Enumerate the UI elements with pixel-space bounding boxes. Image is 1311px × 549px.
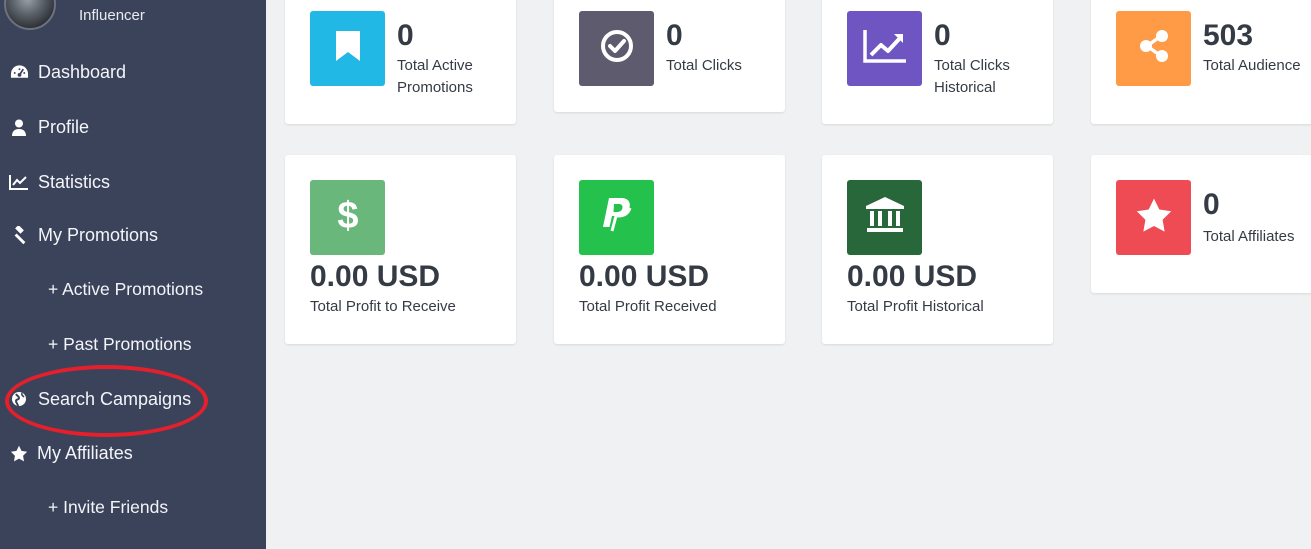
stat-card-clicks-historical: 0 Total Clicks Historical [822,0,1053,124]
stat-label: Total Clicks Historical [934,57,1010,96]
stat-label: Total Active Promotions [397,57,473,96]
stat-tile [1116,180,1191,255]
sidebar-item-my-affiliates[interactable]: My Affiliates [0,433,266,473]
line-chart-icon [862,28,908,69]
stat-card-profit-historical: 0.00 USD Total Profit Historical [822,155,1053,344]
avatar[interactable] [4,0,56,30]
sidebar: Influencer Dashboard Profile Statistics … [0,0,266,549]
sidebar-item-search-campaigns[interactable]: Search Campaigns [0,379,266,419]
stat-label: Total Profit Historical [847,298,984,315]
user-role: Influencer [79,7,145,24]
bookmark-icon [334,29,362,68]
sidebar-item-label: + Past Promotions [48,333,192,354]
sidebar-item-label: Search Campaigns [38,388,192,409]
stat-label: Total Profit Received [579,298,717,315]
stat-card-profit-to-receive: $ 0.00 USD Total Profit to Receive [285,155,516,344]
stat-value: 0.00 USD [310,260,441,293]
star-icon [9,443,29,463]
paypal-icon [600,195,634,240]
stat-tile [579,180,654,255]
line-chart-icon [9,172,29,192]
sidebar-item-label: Dashboard [38,61,127,82]
share-icon [1136,28,1172,69]
sidebar-item-invite-friends[interactable]: + Invite Friends [0,487,266,527]
sidebar-item-dashboard[interactable]: Dashboard [0,52,266,92]
stat-value: 0 [1203,188,1220,221]
stat-card-active-promotions: 0 Total Active Promotions [285,0,516,124]
gavel-icon [9,225,29,245]
star-icon [1135,197,1173,238]
stat-label: Total Affiliates [1203,228,1295,245]
sidebar-item-label: My Promotions [38,224,159,245]
stat-tile [847,180,922,255]
bank-icon [864,196,906,239]
sidebar-item-statistics[interactable]: Statistics [0,162,266,202]
stat-value: 503 [1203,19,1254,52]
globe-icon [9,389,29,409]
svg-text:$: $ [337,195,358,236]
check-circle-icon [599,28,635,69]
stat-value: 0.00 USD [579,260,710,293]
stat-card-clicks: 0 Total Clicks [554,0,785,112]
stat-card-audience: 503 Total Audience [1091,0,1311,124]
stat-value: 0.00 USD [847,260,978,293]
stat-tile [310,11,385,86]
sidebar-item-label: My Affiliates [37,442,133,463]
stat-label: Total Audience [1203,57,1301,74]
user-block: Influencer [0,0,266,40]
stat-label: Total Clicks [666,57,742,74]
dashboard-icon [9,62,29,82]
sidebar-item-past-promotions[interactable]: + Past Promotions [0,324,266,364]
stat-tile: $ [310,180,385,255]
stat-tile [847,11,922,86]
sidebar-item-my-promotions[interactable]: My Promotions [0,215,266,255]
sidebar-item-label: Profile [38,116,90,137]
sidebar-item-label: + Invite Friends [48,496,169,517]
stat-label: Total Profit to Receive [310,298,456,315]
sidebar-item-label: + Active Promotions [48,278,204,299]
stat-value: 0 [397,19,414,52]
user-icon [9,117,29,137]
stat-value: 0 [666,19,683,52]
dollar-icon: $ [335,194,361,241]
stat-card-affiliates: 0 Total Affiliates [1091,155,1311,293]
sidebar-item-active-promotions[interactable]: + Active Promotions [0,269,266,309]
sidebar-item-profile[interactable]: Profile [0,107,266,147]
stat-card-profit-received: 0.00 USD Total Profit Received [554,155,785,344]
sidebar-item-label: Statistics [38,171,111,192]
stat-value: 0 [934,19,951,52]
stat-tile [1116,11,1191,86]
stat-tile [579,11,654,86]
